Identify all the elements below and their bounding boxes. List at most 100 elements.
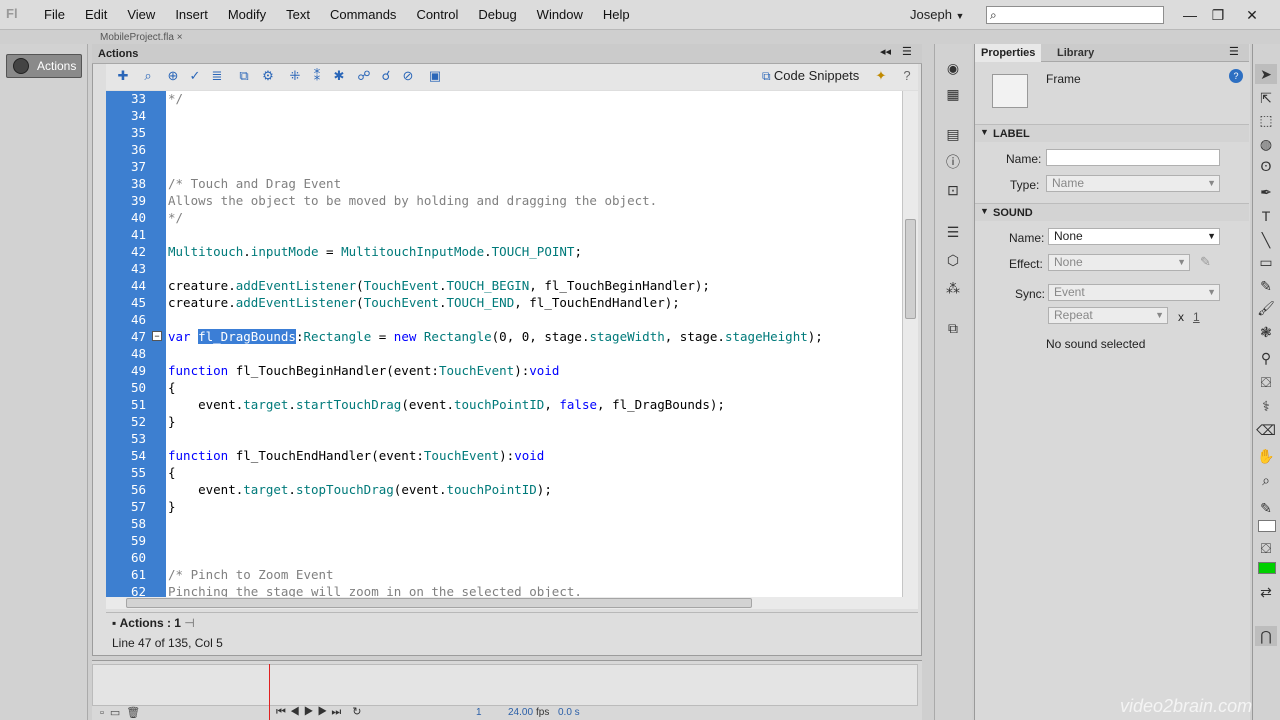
collapse-selection-icon[interactable]: ⁑ — [308, 68, 326, 84]
history-icon[interactable]: ☰ — [942, 222, 964, 242]
vertical-scrollbar[interactable] — [902, 91, 918, 597]
find-icon[interactable]: ⌕ — [139, 68, 157, 84]
code-line[interactable]: { — [168, 465, 176, 480]
wand-icon[interactable]: ✦ — [872, 68, 890, 84]
code-line[interactable]: creature.addEventListener(TouchEvent.TOU… — [168, 295, 680, 310]
transform-icon[interactable]: ⊡ — [942, 180, 964, 200]
tab-library[interactable]: Library — [1051, 44, 1100, 62]
code-line[interactable]: Pinching the stage will zoom in on the s… — [168, 584, 582, 597]
menu-view[interactable]: View — [117, 0, 165, 30]
expand-all-icon[interactable]: ✱ — [330, 68, 348, 84]
h-scrollbar-thumb[interactable] — [126, 598, 752, 608]
swap-colors-icon[interactable]: ⇄ — [1255, 582, 1277, 602]
actions-tab[interactable]: ▪ Actions : 1 ⊣ — [112, 615, 195, 631]
3d-rotation-icon[interactable]: ◍ — [1255, 134, 1277, 154]
pen-tool-icon[interactable]: ✒ — [1255, 182, 1277, 202]
search-input[interactable]: ⌕ — [986, 6, 1164, 24]
close-button[interactable]: ✕ — [1236, 0, 1268, 30]
code-line[interactable]: var fl_DragBounds:Rectangle = new Rectan… — [168, 329, 823, 344]
playback-controls[interactable]: ⏮◀▶▶⏭ ↻ — [276, 705, 366, 719]
code-line[interactable]: event.target.startTouchDrag(event.touchP… — [168, 397, 725, 412]
bone-tool-icon[interactable]: ⚲ — [1255, 348, 1277, 368]
stroke-swatch[interactable] — [1258, 520, 1276, 532]
menu-file[interactable]: File — [34, 0, 75, 30]
code-line[interactable]: creature.addEventListener(TouchEvent.TOU… — [168, 278, 710, 293]
tab-properties[interactable]: Properties — [975, 44, 1042, 62]
repeat-count[interactable]: 1 — [1193, 310, 1200, 324]
code-line[interactable]: /* Touch and Drag Event — [168, 176, 341, 191]
document-tab[interactable]: MobileProject.fla × — [100, 32, 210, 44]
help-icon[interactable]: ? — [1229, 69, 1243, 83]
fill-color-icon[interactable]: ⛋ — [1255, 538, 1277, 558]
scrollbar-thumb[interactable] — [905, 219, 916, 319]
layer-buttons[interactable]: ▫▭🗑 — [100, 706, 146, 719]
code-line[interactable]: { — [168, 380, 176, 395]
sync-select[interactable]: Event ▼ — [1048, 284, 1220, 301]
menu-insert[interactable]: Insert — [165, 0, 218, 30]
check-syntax-icon[interactable]: ✓ — [186, 68, 204, 84]
repeat-select[interactable]: Repeat ▼ — [1048, 307, 1168, 324]
fill-swatch[interactable] — [1258, 562, 1276, 574]
code-line[interactable]: */ — [168, 210, 183, 225]
remove-comment-icon[interactable]: ⊘ — [399, 68, 417, 84]
target-icon[interactable]: ⊕ — [164, 68, 182, 84]
align-icon[interactable]: ▤ — [942, 124, 964, 144]
code-line[interactable]: /* Pinch to Zoom Event — [168, 567, 334, 582]
code-line[interactable]: event.target.stopTouchDrag(event.touchPo… — [168, 482, 552, 497]
pencil-icon[interactable]: ✎ — [1200, 254, 1211, 270]
swatches-icon[interactable]: ▦ — [942, 84, 964, 104]
horizontal-scrollbar[interactable] — [106, 597, 918, 609]
free-transform-icon[interactable]: ⬚ — [1255, 110, 1277, 130]
code-line[interactable]: */ — [168, 91, 183, 106]
code-line[interactable]: function fl_TouchEndHandler(event:TouchE… — [168, 448, 544, 463]
hand-tool-icon[interactable]: ✋ — [1255, 446, 1277, 466]
current-frame[interactable]: 1 — [476, 707, 482, 718]
info-icon[interactable]: ⓘ — [942, 152, 964, 172]
snap-icon[interactable]: ⋂ — [1255, 626, 1277, 646]
code-snippets-button[interactable]: ⧉ Code Snippets — [762, 68, 859, 84]
type-select[interactable]: Name ▼ — [1046, 175, 1220, 192]
panel-menu-icon[interactable]: ☰ — [1229, 45, 1239, 58]
pin-script-icon[interactable]: ⊣ — [184, 616, 194, 630]
fps-value[interactable]: 24.00 — [508, 707, 533, 718]
menu-window[interactable]: Window — [527, 0, 593, 30]
text-tool-icon[interactable]: T — [1255, 206, 1277, 226]
sound-name-select[interactable]: None ▼ — [1048, 228, 1220, 245]
rectangle-tool-icon[interactable]: ▭ — [1255, 252, 1277, 272]
block-comment-icon[interactable]: ☍ — [355, 68, 373, 84]
timeline-frames[interactable] — [92, 664, 918, 706]
color-icon[interactable]: ◉ — [942, 58, 964, 78]
playhead[interactable] — [269, 664, 270, 720]
subselection-tool-icon[interactable]: ⇱ — [1255, 88, 1277, 108]
menu-control[interactable]: Control — [406, 0, 468, 30]
debug-options-icon[interactable]: ⚙ — [259, 68, 277, 84]
code-hint-icon[interactable]: ⧉ — [235, 68, 253, 84]
code-line[interactable]: } — [168, 414, 176, 429]
collapse-icon[interactable]: ◂◂ — [880, 45, 891, 58]
menu-debug[interactable]: Debug — [468, 0, 526, 30]
collapse-between-icon[interactable]: ⁜ — [286, 68, 304, 84]
eraser-icon[interactable]: ⌫ — [1255, 420, 1277, 440]
zoom-tool-icon[interactable]: ⌕ — [1255, 470, 1277, 490]
code-line[interactable]: } — [168, 499, 176, 514]
line-tool-icon[interactable]: ╲ — [1255, 230, 1277, 250]
menu-edit[interactable]: Edit — [75, 0, 117, 30]
code-line[interactable]: function fl_TouchBeginHandler(event:Touc… — [168, 363, 559, 378]
line-comment-icon[interactable]: ☌ — [377, 68, 395, 84]
eyedropper-icon[interactable]: ⚕ — [1255, 396, 1277, 416]
paint-bucket-icon[interactable]: ⛋ — [1255, 372, 1277, 392]
components-icon[interactable]: ⬡ — [942, 250, 964, 270]
effect-select[interactable]: None ▼ — [1048, 254, 1190, 271]
help-icon[interactable]: ? — [898, 68, 916, 84]
pencil-tool-icon[interactable]: ✎ — [1255, 276, 1277, 296]
selection-tool-icon[interactable]: ➤ — [1255, 64, 1277, 84]
deco-tool-icon[interactable]: ❃ — [1255, 322, 1277, 342]
actions-panel-button[interactable]: Actions — [6, 54, 82, 78]
sound-section[interactable]: SOUND — [975, 203, 1249, 221]
code-line[interactable]: Multitouch.inputMode = MultitouchInputMo… — [168, 244, 582, 259]
panel-menu-icon[interactable]: ☰ — [902, 45, 912, 58]
brush-tool-icon[interactable]: 🖌 — [1255, 298, 1277, 318]
menu-help[interactable]: Help — [593, 0, 640, 30]
code-editor[interactable]: 33 34 35 36 37 38 39 40 41 42 43 44 45 46 47 48 49 50 51 52… — [106, 91, 902, 597]
add-statement-icon[interactable]: ✚ — [114, 68, 132, 84]
